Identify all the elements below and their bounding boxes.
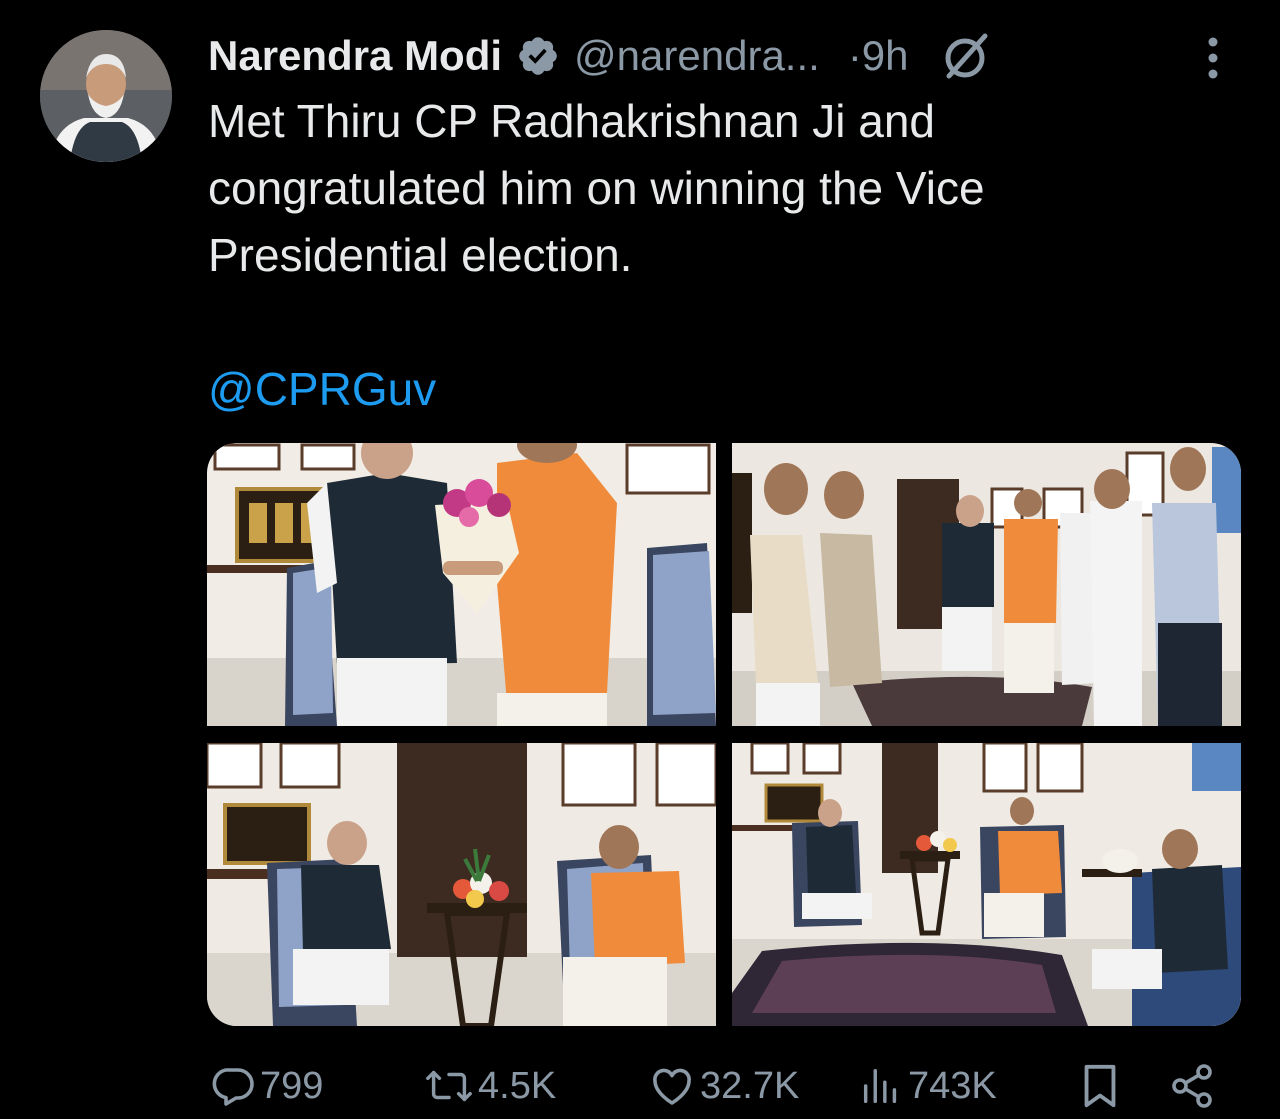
tweet-time[interactable]: ·9h (848, 32, 909, 80)
tweet-header: Narendra Modi @narendra... ·9h (208, 26, 1248, 86)
views-icon (863, 1068, 897, 1104)
repost-button[interactable]: 4.5K (424, 1058, 556, 1114)
bookmark-icon (1084, 1064, 1116, 1108)
like-count: 32.7K (700, 1064, 800, 1107)
reply-icon (212, 1068, 254, 1106)
reply-button[interactable]: 799 (208, 1058, 323, 1114)
mention-link[interactable]: @CPRGuv (208, 362, 436, 416)
repost-icon (426, 1070, 472, 1102)
reply-count: 799 (260, 1064, 324, 1107)
repost-count: 4.5K (478, 1064, 557, 1107)
action-bar: 799 4.5K 32.7K 743K (208, 1058, 1228, 1114)
author-handle[interactable]: @narendra... (574, 32, 820, 80)
author-avatar[interactable] (40, 30, 172, 162)
share-button[interactable] (1168, 1058, 1216, 1114)
more-icon[interactable] (1198, 36, 1228, 80)
like-button[interactable]: 32.7K (648, 1058, 799, 1114)
views-count: 743K (908, 1064, 997, 1107)
tweet-text: Met Thiru CP Radhakrishnan Ji and congra… (208, 95, 985, 281)
photo-group-greeting[interactable] (732, 443, 1241, 726)
like-icon (653, 1068, 691, 1105)
photo-seated-pair[interactable] (207, 743, 716, 1026)
media-grid (207, 443, 1241, 1026)
photo-seated-wide[interactable] (732, 743, 1241, 1026)
verified-icon (519, 37, 557, 75)
share-icon (1172, 1064, 1212, 1108)
avatar-photo (40, 30, 172, 162)
author-name[interactable]: Narendra Modi (208, 32, 502, 80)
grok-icon[interactable] (937, 28, 993, 84)
photo-handshake-bouquet[interactable] (207, 443, 716, 726)
views-button[interactable]: 743K (858, 1058, 997, 1114)
bookmark-button[interactable] (1078, 1058, 1122, 1114)
